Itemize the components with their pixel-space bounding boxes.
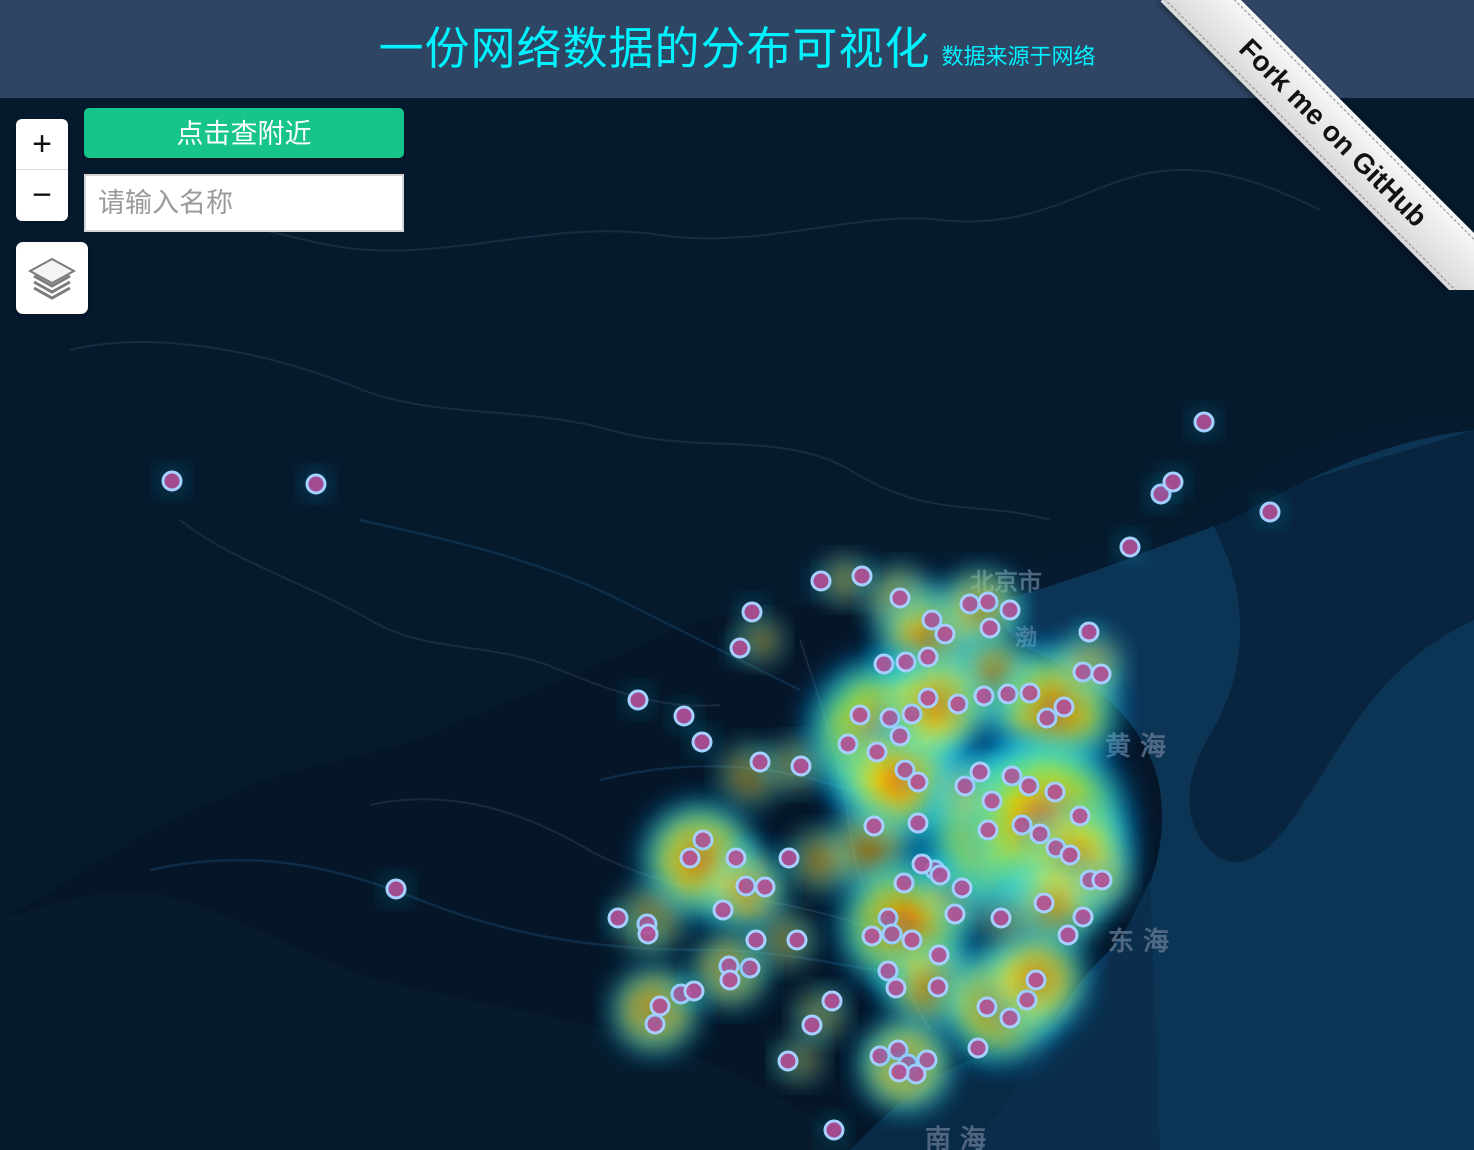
location-marker[interactable]: [863, 815, 885, 837]
location-marker[interactable]: [990, 907, 1012, 929]
east-sea-label: 东 海: [1108, 926, 1169, 957]
location-marker[interactable]: [866, 741, 888, 763]
zoom-out-button[interactable]: −: [16, 169, 68, 220]
location-marker[interactable]: [729, 637, 751, 659]
nearby-button[interactable]: 点击查附近: [84, 108, 404, 158]
location-marker[interactable]: [967, 1037, 989, 1059]
location-marker[interactable]: [907, 812, 929, 834]
location-marker[interactable]: [1069, 805, 1091, 827]
location-marker[interactable]: [981, 790, 1003, 812]
location-marker[interactable]: [719, 969, 741, 991]
location-marker[interactable]: [928, 944, 950, 966]
location-marker[interactable]: [947, 693, 969, 715]
location-marker[interactable]: [911, 853, 933, 875]
location-marker[interactable]: [849, 704, 871, 726]
location-marker[interactable]: [1019, 682, 1041, 704]
zoom-in-button[interactable]: +: [16, 119, 68, 169]
location-marker[interactable]: [754, 876, 776, 898]
location-marker[interactable]: [907, 771, 929, 793]
github-ribbon-wrap[interactable]: Fork me on GitHub: [1134, 0, 1474, 290]
location-marker[interactable]: [1193, 411, 1215, 433]
location-marker[interactable]: [917, 646, 939, 668]
location-marker[interactable]: [801, 1014, 823, 1036]
location-marker[interactable]: [1091, 869, 1113, 891]
location-marker[interactable]: [1033, 892, 1055, 914]
location-marker[interactable]: [1119, 536, 1141, 558]
location-marker[interactable]: [725, 847, 747, 869]
location-marker[interactable]: [810, 570, 832, 592]
location-marker[interactable]: [649, 995, 671, 1017]
location-marker[interactable]: [1078, 621, 1100, 643]
location-marker[interactable]: [607, 907, 629, 929]
location-marker[interactable]: [979, 617, 1001, 639]
location-marker[interactable]: [691, 731, 713, 753]
location-marker[interactable]: [1053, 696, 1075, 718]
location-marker[interactable]: [673, 705, 695, 727]
location-marker[interactable]: [977, 819, 999, 841]
location-marker[interactable]: [1059, 844, 1081, 866]
south-sea-label: 南 海: [925, 1125, 986, 1150]
location-marker[interactable]: [790, 755, 812, 777]
location-marker[interactable]: [1018, 775, 1040, 797]
location-marker[interactable]: [927, 976, 949, 998]
page-title: 一份网络数据的分布可视化: [378, 22, 931, 75]
location-marker[interactable]: [627, 689, 649, 711]
location-marker[interactable]: [745, 929, 767, 951]
location-marker[interactable]: [712, 899, 734, 921]
location-marker[interactable]: [637, 923, 659, 945]
location-marker[interactable]: [944, 903, 966, 925]
location-marker[interactable]: [889, 587, 911, 609]
name-search-input[interactable]: [84, 174, 404, 232]
location-marker[interactable]: [999, 599, 1021, 621]
location-marker[interactable]: [385, 878, 407, 900]
location-marker[interactable]: [1044, 781, 1066, 803]
location-marker[interactable]: [821, 990, 843, 1012]
location-marker[interactable]: [786, 929, 808, 951]
location-marker[interactable]: [749, 751, 771, 773]
layers-button[interactable]: [16, 242, 88, 314]
location-marker[interactable]: [741, 601, 763, 623]
location-marker[interactable]: [1090, 663, 1112, 685]
location-marker[interactable]: [901, 929, 923, 951]
page-subtitle: 数据来源于网络: [941, 45, 1096, 70]
location-marker[interactable]: [823, 1119, 845, 1141]
location-marker[interactable]: [1025, 969, 1047, 991]
zoom-control[interactable]: + −: [16, 119, 68, 221]
location-marker[interactable]: [934, 623, 956, 645]
location-marker[interactable]: [683, 980, 705, 1002]
location-marker[interactable]: [305, 473, 327, 495]
location-marker[interactable]: [161, 470, 183, 492]
location-marker[interactable]: [1259, 501, 1281, 523]
github-ribbon[interactable]: Fork me on GitHub: [1160, 0, 1474, 290]
location-marker[interactable]: [679, 847, 701, 869]
location-marker[interactable]: [851, 565, 873, 587]
location-marker[interactable]: [885, 977, 907, 999]
map-app: 北京市 渤 黄 海 东 海 南 海 一份网络数据的分布可视化 数据来源于网络 +…: [0, 0, 1474, 1150]
location-marker[interactable]: [888, 1061, 910, 1083]
location-marker[interactable]: [917, 687, 939, 709]
layers-icon: [27, 257, 77, 300]
location-marker[interactable]: [969, 761, 991, 783]
location-marker[interactable]: [778, 847, 800, 869]
location-marker[interactable]: [1057, 924, 1079, 946]
location-marker[interactable]: [837, 733, 859, 755]
location-marker[interactable]: [777, 1050, 799, 1072]
location-marker[interactable]: [1162, 471, 1184, 493]
location-marker[interactable]: [861, 925, 883, 947]
